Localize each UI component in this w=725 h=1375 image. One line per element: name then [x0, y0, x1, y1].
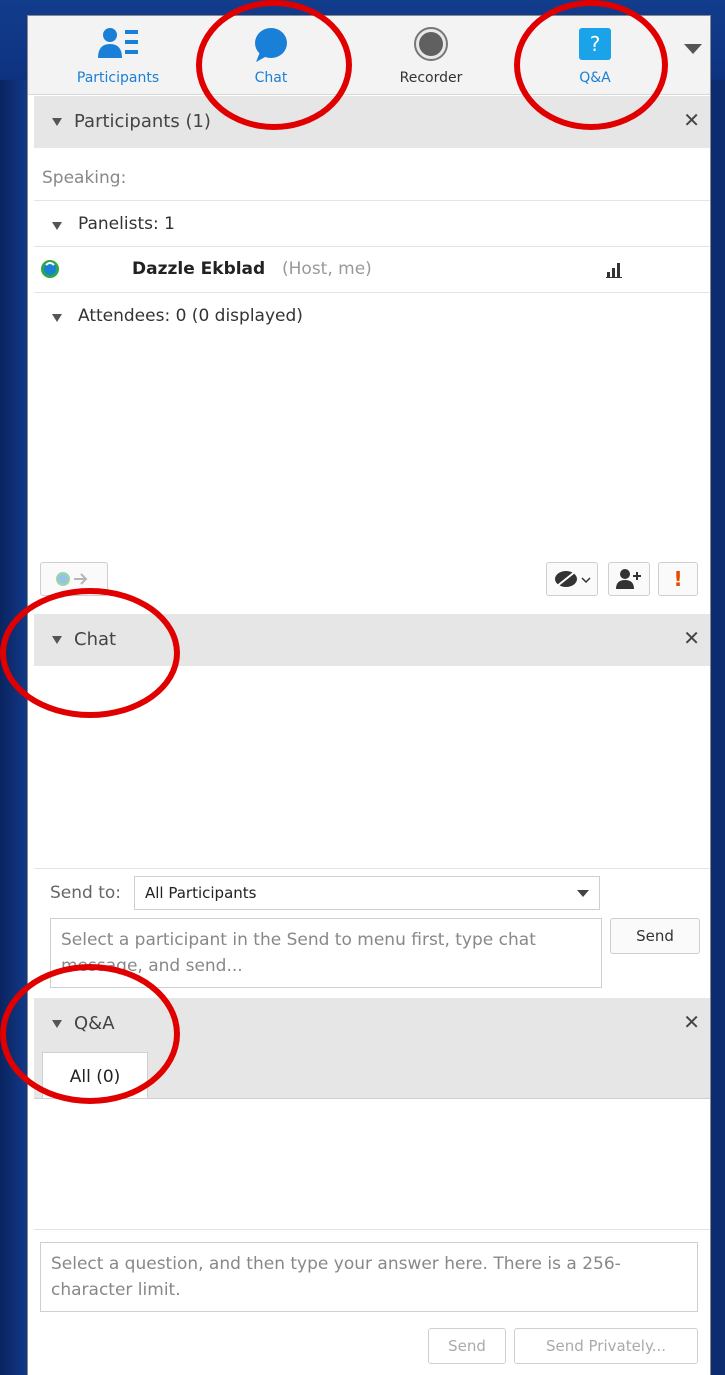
divider	[34, 1229, 710, 1230]
chat-message-placeholder: Select a participant in the Send to menu…	[61, 930, 536, 976]
close-icon[interactable]: ✕	[683, 108, 700, 132]
background-left	[0, 80, 28, 1375]
background-right	[710, 80, 725, 1375]
add-person-icon	[616, 569, 641, 589]
panels-window: Participants Chat Recorder ? Q&A Partici…	[0, 0, 710, 1375]
send-to-value: All Participants	[145, 884, 257, 902]
collapse-triangle-icon[interactable]	[52, 222, 62, 230]
participant-name: Dazzle Ekblad	[132, 259, 266, 279]
divider	[34, 246, 710, 247]
participants-section-title: Participants (1)	[74, 111, 211, 132]
send-to-dropdown[interactable]: All Participants	[134, 876, 600, 910]
divider	[34, 868, 710, 869]
qa-answer-placeholder: Select a question, and then type your an…	[51, 1254, 621, 1300]
divider	[34, 292, 710, 293]
more-panels-arrow-icon[interactable]	[684, 44, 702, 54]
microphone-mute-icon	[555, 570, 591, 588]
participants-tool-button[interactable]: Participants	[58, 22, 178, 90]
divider	[34, 200, 710, 201]
alert-icon: !	[673, 567, 683, 591]
audio-connection-icon	[40, 259, 60, 283]
panelists-label: Panelists: 1	[78, 214, 175, 234]
alert-button[interactable]: !	[658, 562, 698, 596]
annotation-circle-qa-section	[0, 964, 180, 1104]
collapse-triangle-icon[interactable]	[52, 314, 62, 322]
participant-row[interactable]: Dazzle Ekblad (Host, me)	[34, 248, 710, 292]
close-icon[interactable]: ✕	[683, 626, 700, 650]
qa-answer-input[interactable]: Select a question, and then type your an…	[40, 1242, 698, 1312]
record-icon	[413, 26, 449, 66]
send-to-label: Send to:	[50, 883, 122, 903]
participants-tool-label: Participants	[76, 70, 160, 86]
close-icon[interactable]: ✕	[683, 1010, 700, 1034]
pass-ball-icon	[56, 572, 88, 586]
chevron-down-icon	[577, 890, 589, 897]
mute-options-button[interactable]	[546, 562, 598, 596]
annotation-circle-chat-section	[0, 588, 180, 718]
collapse-triangle-icon[interactable]	[52, 118, 62, 126]
signal-strength-icon	[606, 262, 624, 282]
recorder-tool-label: Recorder	[399, 70, 463, 86]
qa-send-privately-button[interactable]: Send Privately...	[514, 1328, 698, 1364]
attendees-label: Attendees: 0 (0 displayed)	[78, 306, 303, 326]
invite-button[interactable]	[608, 562, 650, 596]
participant-role: (Host, me)	[282, 259, 372, 279]
recorder-tool-button[interactable]: Recorder	[371, 22, 491, 90]
qa-questions-area	[34, 1099, 710, 1229]
qa-send-button[interactable]: Send	[428, 1328, 506, 1364]
annotation-circle-qa-tool	[514, 0, 668, 130]
chat-send-button[interactable]: Send	[610, 918, 700, 954]
speaking-label: Speaking:	[42, 168, 127, 188]
annotation-circle-chat-tool	[196, 0, 352, 130]
participants-icon	[96, 26, 140, 66]
